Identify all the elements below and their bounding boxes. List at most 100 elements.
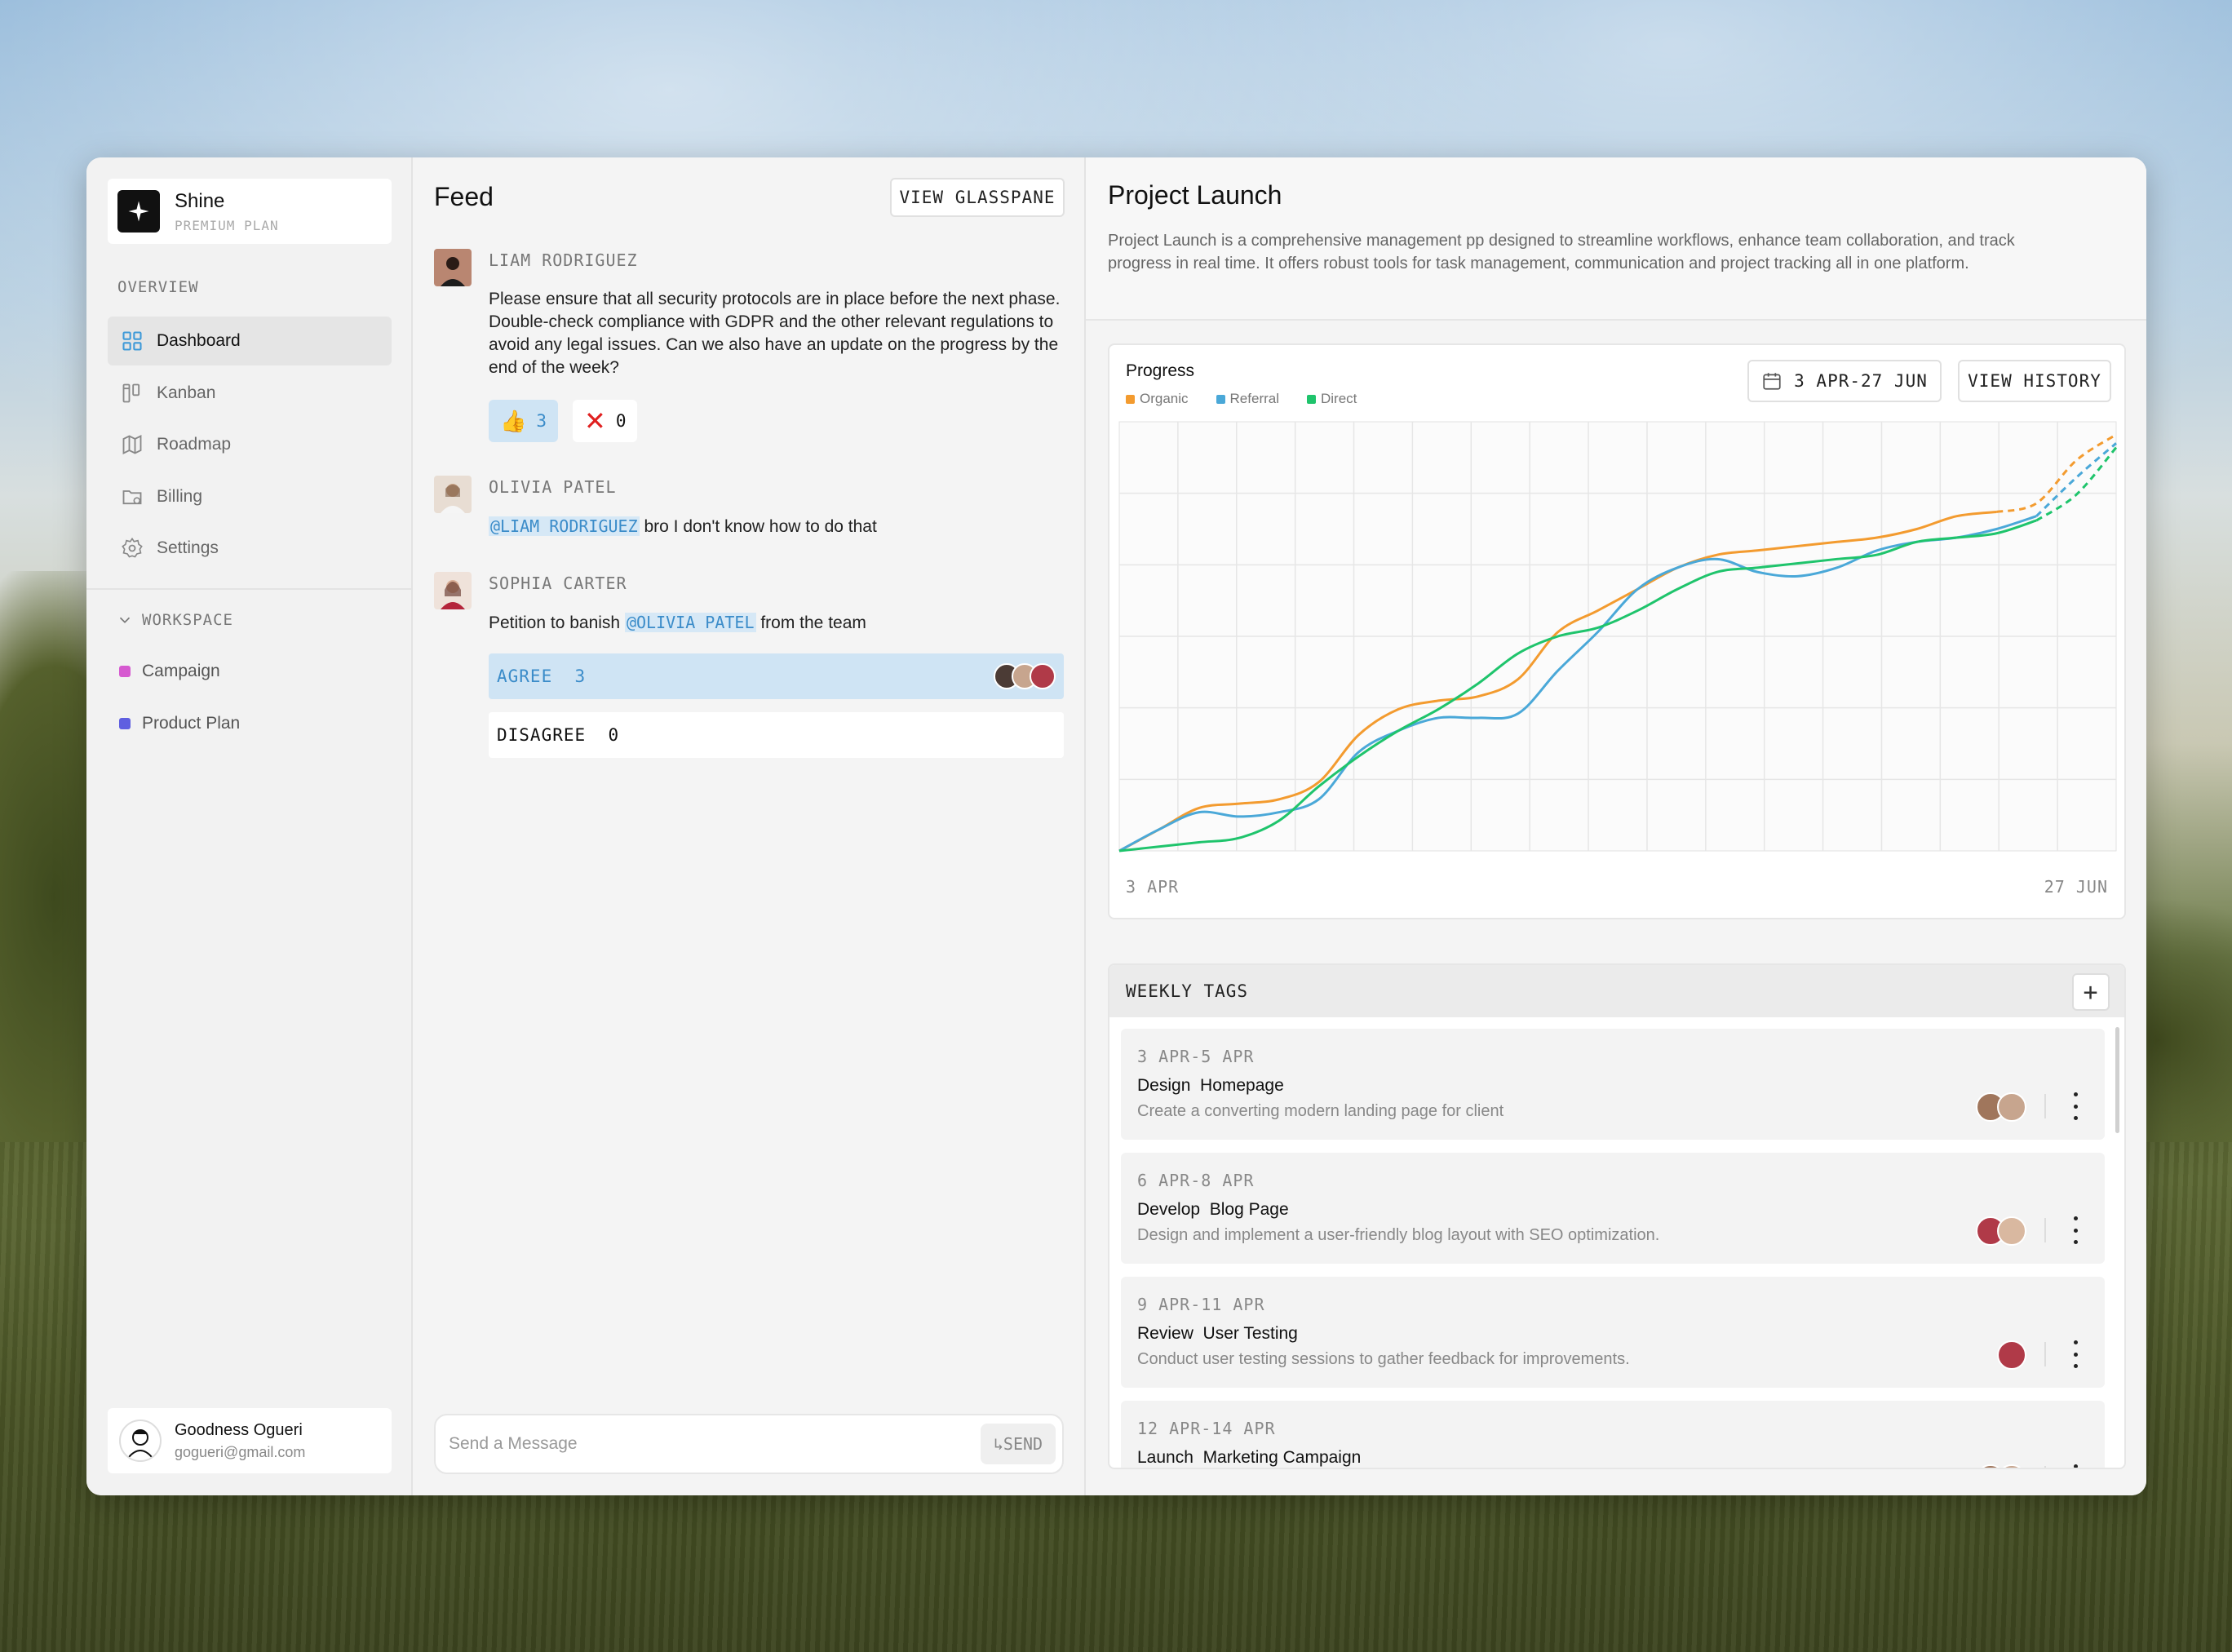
post-text-body: bro I don't know how to do that	[639, 517, 877, 536]
thumbs-up-reaction[interactable]: 👍 3	[489, 400, 559, 442]
send-button[interactable]: ↳SEND	[981, 1424, 1056, 1464]
post-text: Petition to banish @OLIVIA PATEL from th…	[489, 611, 1068, 635]
legend-label: Direct	[1321, 391, 1357, 406]
menu-dot	[2073, 1228, 2078, 1233]
campaign-color-dot	[119, 666, 131, 677]
legend-label: Organic	[1140, 391, 1189, 406]
tag-title: Develop Blog Page	[1137, 1200, 1289, 1219]
legend-item-referral: Referral	[1216, 391, 1279, 407]
mention-link[interactable]: @LIAM RODRIGUEZ	[489, 516, 640, 536]
avatar	[1997, 1340, 2026, 1370]
progress-chart	[1118, 421, 2118, 853]
weekly-tag-item[interactable]: 6 APR-8 APR Develop Blog Page Design and i…	[1121, 1153, 2105, 1264]
user-card[interactable]: Goodness Ogueri gogueri@gmail.com	[108, 1408, 392, 1473]
tag-assignees	[1997, 1340, 2026, 1370]
tag-assignees	[1976, 1216, 2026, 1246]
menu-dot	[2073, 1240, 2078, 1244]
weekly-tag-item[interactable]: 3 APR-5 APR Design Homepage Create a conve…	[1121, 1029, 2105, 1140]
thumbs-up-icon: 👍	[500, 408, 527, 433]
avatar	[119, 1419, 162, 1462]
app-window: Shine PREMIUM PLAN OVERVIEW Dashboard Ka…	[86, 157, 2146, 1495]
sidebar-item-label: Roadmap	[157, 435, 232, 454]
sidebar-item-label: Kanban	[157, 383, 216, 402]
cross-reaction[interactable]: ✕ 0	[573, 400, 638, 442]
post-text: Please ensure that all security protocol…	[489, 290, 1061, 377]
tag-description: Create a converting modern landing page …	[1137, 1102, 1504, 1120]
x-axis-end-label: 27 JUN	[2044, 877, 2108, 897]
reaction-count: 3	[536, 411, 547, 431]
user-name: Goodness Ogueri	[175, 1420, 303, 1439]
feed-panel: Feed VIEW GLASSPANE LIAM RODRIGUEZ Pleas…	[413, 157, 1086, 1495]
poll-option-count: 0	[608, 725, 620, 745]
sidebar-divider	[86, 588, 413, 590]
x-axis-start-label: 3 APR	[1126, 877, 1180, 897]
date-range-label: 3 APR-27 JUN	[1794, 371, 1928, 391]
poll-option-agree[interactable]: AGREE 3	[489, 653, 1064, 699]
message-input[interactable]: Send a Message ↳SEND	[434, 1414, 1064, 1474]
project-description: Project Launch is a comprehensive manage…	[1108, 232, 2015, 272]
weekly-tag-item[interactable]: 9 APR-11 APR Review User Testing Conduct u…	[1121, 1277, 2105, 1388]
tag-separator	[2044, 1094, 2046, 1118]
workspace-item-product-plan[interactable]: Product Plan	[119, 714, 240, 733]
scrollbar[interactable]	[2115, 1027, 2119, 1133]
more-vertical-icon[interactable]	[2067, 1340, 2084, 1368]
more-vertical-icon[interactable]	[2067, 1216, 2084, 1244]
avatar	[1997, 1216, 2026, 1246]
workspace-item-label: Campaign	[142, 662, 220, 680]
weekly-tag-item[interactable]: 12 APR-14 APR Launch Marketing Campaign	[1121, 1401, 2105, 1468]
view-history-button[interactable]: VIEW HISTORY	[1958, 360, 2111, 402]
tag-date: 9 APR-11 APR	[1137, 1295, 1265, 1314]
post-text: @LIAM RODRIGUEZ bro I don't know how to …	[489, 515, 1068, 538]
tag-description: Design and implement a user-friendly blo…	[1137, 1226, 1660, 1244]
poll-option-count: 3	[574, 667, 587, 686]
sparkle-icon	[117, 190, 160, 233]
workspace-item-campaign[interactable]: Campaign	[119, 662, 220, 681]
weekly-tags-title: WEEKLY TAGS	[1126, 981, 1249, 1001]
date-range-button[interactable]: 3 APR-27 JUN	[1747, 360, 1942, 402]
workspace-label: WORKSPACE	[142, 611, 233, 629]
mention-link[interactable]: @OLIVIA PATEL	[624, 613, 756, 632]
tag-date: 3 APR-5 APR	[1137, 1047, 1255, 1066]
sidebar-nav: Dashboard Kanban Roadmap Billing Setting…	[108, 317, 392, 576]
brand-card[interactable]: Shine PREMIUM PLAN	[108, 179, 392, 244]
workspace-toggle[interactable]: WORKSPACE	[116, 611, 233, 629]
post-author: LIAM RODRIGUEZ	[489, 250, 638, 270]
poll-option-label: AGREE	[497, 667, 553, 686]
project-title: Project Launch	[1108, 180, 1282, 210]
sidebar-item-settings[interactable]: Settings	[108, 524, 392, 573]
overview-label: OVERVIEW	[117, 278, 199, 296]
legend-item-direct: Direct	[1307, 391, 1357, 407]
sidebar-item-kanban[interactable]: Kanban	[108, 369, 392, 418]
post-author: SOPHIA CARTER	[489, 574, 627, 593]
menu-dot	[2073, 1340, 2078, 1344]
poll-option-disagree[interactable]: DISAGREE 0	[489, 712, 1064, 758]
more-vertical-icon[interactable]	[2067, 1092, 2084, 1120]
avatar	[1997, 1092, 2026, 1122]
menu-dot	[2073, 1364, 2078, 1368]
project-header: Project Launch Project Launch is a compr…	[1086, 157, 2146, 321]
avatar	[434, 476, 472, 513]
tag-description: Conduct user testing sessions to gather …	[1137, 1350, 1630, 1368]
sidebar-item-label: Dashboard	[157, 331, 241, 350]
menu-dot	[2073, 1104, 2078, 1109]
add-tag-button[interactable]: +	[2072, 973, 2110, 1011]
legend-item-organic: Organic	[1126, 391, 1189, 407]
more-vertical-icon[interactable]	[2067, 1464, 2084, 1468]
plus-icon: +	[2083, 977, 2099, 1007]
tag-separator	[2044, 1342, 2046, 1366]
grid-icon	[122, 331, 142, 351]
post-text-before: Petition to banish	[489, 613, 625, 632]
avatar	[434, 249, 472, 286]
tag-date: 6 APR-8 APR	[1137, 1171, 1255, 1190]
tag-assignees	[1976, 1464, 2026, 1468]
brand-name: Shine	[175, 189, 225, 212]
menu-dot	[2073, 1116, 2078, 1120]
message-placeholder: Send a Message	[449, 1434, 578, 1453]
legend-swatch	[1307, 394, 1316, 404]
sidebar-item-dashboard[interactable]: Dashboard	[108, 317, 392, 365]
sidebar-item-billing[interactable]: Billing	[108, 472, 392, 521]
feed-title: Feed	[434, 182, 494, 211]
view-glasspane-button[interactable]: VIEW GLASSPANE	[890, 178, 1065, 217]
weekly-tags-header: WEEKLY TAGS +	[1109, 965, 2124, 1017]
sidebar-item-roadmap[interactable]: Roadmap	[108, 420, 392, 469]
